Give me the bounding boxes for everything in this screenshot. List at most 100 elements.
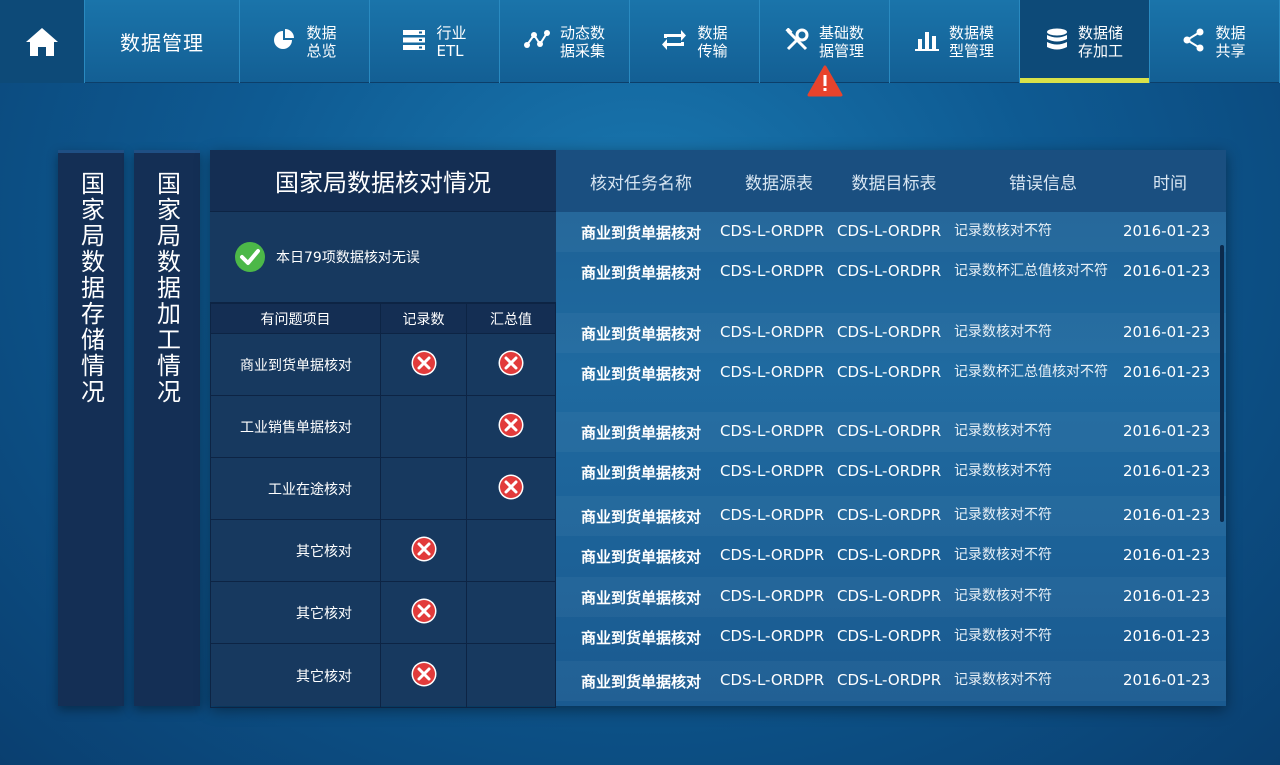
tab-storage-label: 国家局数据存储情况 (76, 171, 105, 405)
check-circle-icon (235, 242, 265, 272)
task-name: 商业到货单据核对 (581, 508, 702, 526)
tab-processing[interactable]: 国家局数据加工情况 (134, 150, 200, 706)
nav-item-label: 数据 共享 (1215, 24, 1245, 60)
detail-row[interactable]: 商业到货单据核对 CDS-L-ORDPR CDS-L-ORDPR 记录数核对不符 201… (556, 452, 1226, 496)
error-x-icon (498, 474, 524, 499)
issue-name: 工业在途核对 (210, 457, 381, 520)
detail-col-header: 错误信息 (1009, 173, 1077, 194)
database-icon (1046, 28, 1068, 56)
source-table: CDS-L-ORDPR (720, 323, 825, 341)
nav-label-line2: 传输 (697, 41, 728, 60)
nav-label-line2: 存加工 (1077, 41, 1123, 60)
error-info: 记录数杯汇总值核对不符 (954, 364, 1108, 380)
task-name: 商业到货单据核对 (581, 629, 702, 647)
nav-item-label: 基础数 据管理 (819, 24, 864, 60)
home-button[interactable] (0, 0, 85, 83)
nav-label-line2: 共享 (1215, 41, 1246, 60)
issue-table: 有问题项目 记录数 汇总值 商业到货单据核对 工业销售单据核对 工业在途核对 其它核对… (210, 303, 556, 708)
error-x-icon (411, 350, 436, 375)
issue-row[interactable]: 商业到货单据核对 (210, 333, 556, 396)
nav-item-0[interactable]: 数据 总览 (240, 0, 370, 83)
summary-panel: 国家局数据核对情况 本日79项数据核对无误 有问题项目 记录数 汇总值 商业到货… (210, 150, 556, 708)
target-table: CDS-L-ORDPR (837, 671, 942, 689)
nav-item-7[interactable]: 数据 共享 (1150, 0, 1280, 83)
issue-row[interactable]: 其它核对 (210, 519, 556, 582)
records-status (380, 333, 467, 396)
detail-col-header: 时间 (1153, 173, 1187, 194)
totals-status (466, 519, 556, 582)
task-name: 商业到货单据核对 (581, 673, 702, 691)
error-info: 记录数杯汇总值核对不符 (954, 263, 1108, 279)
issue-row[interactable]: 其它核对 (210, 581, 556, 644)
source-table: CDS-L-ORDPR (720, 506, 825, 524)
detail-row[interactable]: 商业到货单据核对 CDS-L-ORDPR CDS-L-ORDPR 记录数核对不符 201… (556, 212, 1226, 252)
task-name: 商业到货单据核对 (581, 464, 702, 482)
error-info: 记录数核对不符 (954, 423, 1052, 439)
nav-item-label: 数据储 存加工 (1078, 24, 1123, 60)
nav-item-label: 行业 ETL (436, 24, 466, 60)
detail-row[interactable]: 商业到货单据核对 CDS-L-ORDPR CDS-L-ORDPR 记录数核对不符 201… (556, 536, 1226, 577)
graph-nodes-icon (523, 29, 550, 55)
detail-row[interactable]: 商业到货单据核对 CDS-L-ORDPR CDS-L-ORDPR 记录数核对不符 201… (556, 617, 1226, 661)
nav-item-3[interactable]: 数据 传输 (630, 0, 760, 83)
task-name: 商业到货单据核对 (581, 224, 702, 242)
detail-row[interactable]: 商业到货单据核对 CDS-L-ORDPR CDS-L-ORDPR 记录数杯汇总值核对不… (556, 252, 1226, 313)
error-info: 记录数核对不符 (954, 223, 1052, 239)
alert-icon (807, 65, 842, 97)
check-time: 2016-01-23 (1123, 627, 1211, 645)
issue-row[interactable]: 工业在途核对 (210, 457, 556, 520)
transfer-icon (661, 29, 687, 55)
task-name: 商业到货单据核对 (581, 325, 702, 343)
issue-name: 其它核对 (210, 643, 381, 708)
detail-row[interactable]: 商业到货单据核对 CDS-L-ORDPR CDS-L-ORDPR 记录数核对不符 201… (556, 412, 1226, 452)
issue-col-header: 记录数 (380, 303, 467, 334)
totals-status (466, 395, 556, 458)
nav-label-line2: 据采集 (559, 41, 605, 60)
target-table: CDS-L-ORDPR (837, 222, 942, 240)
error-x-icon (498, 350, 524, 375)
main-panel: 国家局数据核对情况 本日79项数据核对无误 有问题项目 记录数 汇总值 商业到货… (210, 150, 1226, 708)
nav-item-2[interactable]: 动态数 据采集 (500, 0, 630, 83)
check-time: 2016-01-23 (1123, 222, 1211, 240)
nav-item-label: 数据 总览 (306, 24, 336, 60)
detail-row[interactable]: 商业到货单据核对 CDS-L-ORDPR CDS-L-ORDPR 记录数核对不符 201… (556, 661, 1226, 701)
issue-name: 其它核对 (210, 581, 381, 644)
target-table: CDS-L-ORDPR (837, 323, 942, 341)
detail-col-header: 数据源表 (745, 173, 813, 194)
nav-item-label: 数据 传输 (697, 24, 727, 60)
source-table: CDS-L-ORDPR (720, 671, 825, 689)
detail-row[interactable]: 商业到货单据核对 CDS-L-ORDPR CDS-L-ORDPR 记录数核对不符 201… (556, 496, 1226, 536)
totals-status (466, 581, 556, 644)
error-x-icon (411, 536, 436, 561)
records-status (380, 643, 467, 708)
server-icon (402, 29, 426, 55)
error-info: 记录数核对不符 (954, 547, 1052, 563)
nav-label-line1: 数据 (306, 23, 337, 42)
nav-item-4[interactable]: 基础数 据管理 (760, 0, 890, 97)
nav-item-1[interactable]: 行业 ETL (370, 0, 500, 83)
tab-storage[interactable]: 国家局数据存储情况 (58, 150, 124, 706)
error-info: 记录数核对不符 (954, 628, 1052, 644)
detail-panel: 核对任务名称 数据源表 数据目标表 错误信息 时间 商业到货单据核对 CDS-L-… (556, 150, 1226, 706)
task-name: 商业到货单据核对 (581, 548, 702, 566)
issue-name: 商业到货单据核对 (210, 333, 381, 396)
totals-status (466, 333, 556, 396)
check-time: 2016-01-23 (1123, 506, 1211, 524)
target-table: CDS-L-ORDPR (837, 462, 942, 480)
detail-row[interactable]: 商业到货单据核对 CDS-L-ORDPR CDS-L-ORDPR 记录数杯汇总值核对不… (556, 353, 1226, 412)
ok-text: 本日79项数据核对无误 (276, 250, 420, 266)
issue-row[interactable]: 工业销售单据核对 (210, 395, 556, 458)
nav-item-5[interactable]: 数据模 型管理 (890, 0, 1020, 83)
issue-row[interactable]: 其它核对 (210, 643, 556, 708)
home-icon (26, 27, 58, 56)
error-info: 记录数核对不符 (954, 507, 1052, 523)
nav-item-label: 数据模 型管理 (949, 24, 994, 60)
scrollbar[interactable] (1220, 245, 1224, 522)
nav-label-line2: 型管理 (948, 41, 994, 60)
detail-row[interactable]: 商业到货单据核对 CDS-L-ORDPR CDS-L-ORDPR 记录数核对不符 201… (556, 313, 1226, 353)
error-info: 记录数核对不符 (954, 324, 1052, 340)
error-info: 记录数核对不符 (954, 588, 1052, 604)
nav-item-6[interactable]: 数据储 存加工 (1020, 0, 1150, 83)
detail-row[interactable]: 商业到货单据核对 CDS-L-ORDPR CDS-L-ORDPR 记录数核对不符 201… (556, 577, 1226, 617)
source-table: CDS-L-ORDPR (720, 363, 825, 381)
